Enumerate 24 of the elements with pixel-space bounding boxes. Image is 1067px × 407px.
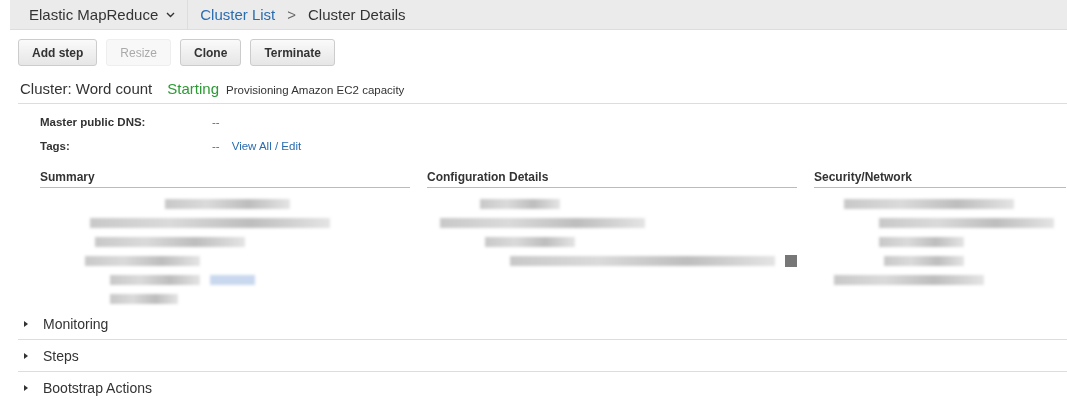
detail-value: -- xyxy=(212,116,220,128)
breadcrumb-current: Cluster Details xyxy=(308,6,406,23)
column-heading: Summary xyxy=(40,170,410,188)
detail-label: Tags: xyxy=(40,140,71,152)
detail-label: Master public DNS: xyxy=(40,116,147,128)
section-toggle[interactable]: Bootstrap Actions xyxy=(18,372,152,403)
detail-value: -- xyxy=(212,140,220,152)
toolbar-button[interactable]: Terminate xyxy=(250,39,335,66)
section-toggle[interactable]: Steps xyxy=(18,340,79,371)
toolbar-button[interactable]: Add step xyxy=(18,39,98,66)
cluster-status: Starting xyxy=(167,80,219,97)
service-menu[interactable]: Elastic MapReduce xyxy=(10,0,189,30)
section-toggle[interactable]: Monitoring xyxy=(18,308,109,339)
breadcrumb-separator: > xyxy=(287,6,297,23)
status-detail: Provisioning Amazon EC2 capacity xyxy=(226,84,405,96)
toolbar-button[interactable]: Clone xyxy=(180,39,242,66)
blurred-icon xyxy=(785,254,797,267)
column-heading: Configuration Details xyxy=(427,170,797,188)
breadcrumb-link[interactable]: Cluster List xyxy=(200,6,276,23)
cluster-title: Cluster: Word count xyxy=(20,80,153,97)
column-heading: Security/Network xyxy=(814,170,1066,188)
view-edit-link[interactable]: View All / Edit xyxy=(231,140,302,152)
chevron-down-icon xyxy=(166,11,176,18)
blurred-text xyxy=(110,293,178,304)
